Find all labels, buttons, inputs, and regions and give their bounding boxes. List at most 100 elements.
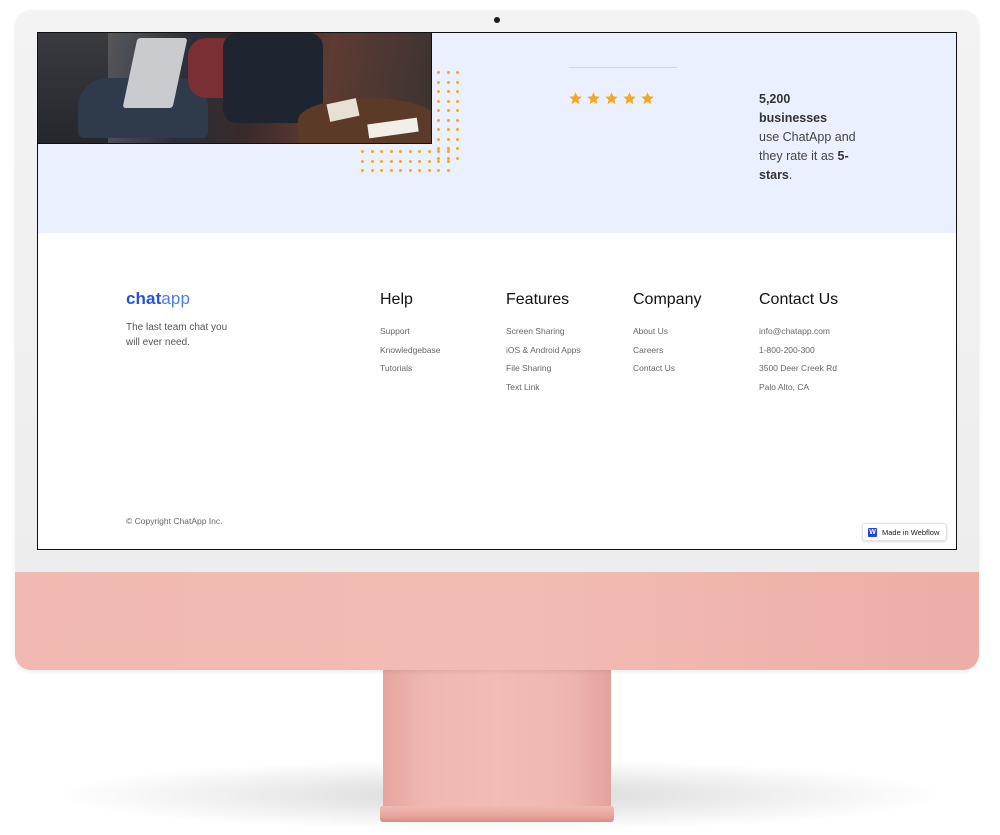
testimonial-section: 5,200 businesses use ChatApp and they ra… bbox=[38, 33, 956, 233]
dot bbox=[446, 128, 450, 131]
dot bbox=[446, 169, 450, 172]
dot bbox=[361, 159, 364, 163]
footer-column-company: Company About Us Careers Contact Us bbox=[633, 291, 701, 378]
dot bbox=[399, 159, 402, 163]
dot bbox=[456, 118, 459, 122]
dot bbox=[437, 118, 440, 122]
star-icon bbox=[569, 92, 582, 105]
dot bbox=[389, 169, 393, 172]
dot bbox=[408, 159, 412, 163]
dot bbox=[370, 169, 374, 172]
dot bbox=[456, 80, 459, 84]
dot bbox=[446, 137, 450, 141]
contact-address: 3500 Deer Creek Rd bbox=[759, 363, 837, 373]
dot bbox=[456, 99, 459, 103]
dot bbox=[437, 137, 440, 141]
logo-text: chat bbox=[126, 289, 162, 308]
column-title: Company bbox=[633, 291, 702, 308]
dot bbox=[427, 169, 431, 172]
dot bbox=[446, 118, 450, 122]
star-icon bbox=[641, 92, 654, 105]
rating-line: use ChatApp and bbox=[759, 130, 856, 144]
dot bbox=[456, 128, 459, 131]
column-title: Contact Us bbox=[759, 291, 839, 308]
dot bbox=[380, 159, 383, 163]
dot bbox=[437, 90, 440, 93]
dot bbox=[389, 159, 393, 163]
dot bbox=[437, 71, 440, 74]
column-title: Features bbox=[506, 291, 570, 308]
dot bbox=[399, 150, 402, 153]
dot bbox=[418, 159, 421, 163]
monitor: 5,200 businesses use ChatApp and they ra… bbox=[15, 10, 979, 670]
camera-icon bbox=[494, 17, 500, 23]
footer-link-knowledgebase[interactable]: Knowledgebase bbox=[380, 341, 441, 360]
dot bbox=[437, 128, 440, 131]
rating-line: . bbox=[788, 168, 793, 182]
dot bbox=[437, 150, 440, 153]
team-photo bbox=[38, 33, 432, 144]
footer-link-mobile-apps[interactable]: iOS & Android Apps bbox=[506, 341, 581, 360]
footer-column-contact: Contact Us info@chatapp.com 1-800-200-30… bbox=[759, 291, 838, 396]
dot bbox=[370, 159, 374, 163]
dot bbox=[408, 150, 412, 153]
tagline: The last team chat you will ever need. bbox=[126, 322, 228, 348]
monitor-bezel: 5,200 businesses use ChatApp and they ra… bbox=[15, 10, 979, 572]
dot bbox=[446, 109, 450, 112]
footer-link-text-link[interactable]: Text Link bbox=[506, 378, 581, 397]
dot bbox=[380, 169, 383, 172]
footer-link-support[interactable]: Support bbox=[380, 322, 441, 341]
column-title: Help bbox=[380, 291, 413, 308]
footer: chatapp The last team chat you will ever… bbox=[38, 233, 956, 549]
rating-highlight: 5- bbox=[837, 149, 849, 163]
dot bbox=[437, 159, 440, 163]
webflow-icon: W bbox=[868, 527, 877, 537]
contact-email[interactable]: info@chatapp.com bbox=[759, 322, 838, 341]
footer-link-tutorials[interactable]: Tutorials bbox=[380, 359, 441, 378]
footer-column-features: Features Screen Sharing iOS & Android Ap… bbox=[506, 291, 581, 396]
dot bbox=[456, 109, 459, 112]
dot bbox=[446, 159, 450, 163]
star-icon bbox=[623, 92, 636, 105]
footer-column-help: Help Support Knowledgebase Tutorials bbox=[380, 291, 441, 378]
dot bbox=[418, 150, 421, 153]
contact-city: Palo Alto, CA bbox=[759, 381, 810, 392]
rating-highlight: stars bbox=[759, 168, 789, 182]
footer-link-file-sharing[interactable]: File Sharing bbox=[506, 359, 581, 378]
footer-link-contact-us[interactable]: Contact Us bbox=[633, 359, 701, 378]
monitor-stand bbox=[383, 668, 611, 810]
dot bbox=[437, 109, 440, 112]
rating-count: 5,200 businesses bbox=[759, 92, 828, 125]
contact-phone: 1-800-200-300 bbox=[759, 344, 815, 355]
dot bbox=[389, 150, 393, 153]
dot bbox=[408, 169, 412, 172]
dot bbox=[456, 71, 459, 74]
made-in-webflow-badge[interactable]: W Made in Webflow bbox=[862, 523, 947, 541]
badge-label: Made in Webflow bbox=[882, 527, 940, 537]
footer-link-screen-sharing[interactable]: Screen Sharing bbox=[506, 322, 581, 341]
dot bbox=[361, 169, 364, 172]
dot bbox=[427, 159, 431, 163]
rating-text: 5,200 businesses use ChatApp and they ra… bbox=[759, 90, 859, 185]
monitor-stand-foot bbox=[380, 806, 614, 822]
footer-link-about-us[interactable]: About Us bbox=[633, 322, 701, 341]
dot bbox=[361, 150, 364, 153]
chatapp-logo[interactable]: chatapp bbox=[126, 289, 190, 309]
footer-link-careers[interactable]: Careers bbox=[633, 341, 701, 360]
dot bbox=[456, 147, 459, 150]
dot bbox=[446, 90, 450, 93]
dot bbox=[446, 71, 450, 74]
rating-line: they rate it as bbox=[759, 149, 838, 163]
star-icon bbox=[605, 92, 618, 105]
dot bbox=[380, 150, 383, 153]
dot bbox=[437, 99, 440, 103]
dot bbox=[446, 80, 450, 84]
dot bbox=[427, 150, 431, 153]
dot bbox=[446, 150, 450, 153]
website-screen: 5,200 businesses use ChatApp and they ra… bbox=[37, 32, 957, 550]
star-icon bbox=[587, 92, 600, 105]
dot bbox=[446, 99, 450, 103]
dot bbox=[456, 156, 459, 160]
dot bbox=[437, 80, 440, 84]
logo-text: app bbox=[161, 289, 191, 308]
